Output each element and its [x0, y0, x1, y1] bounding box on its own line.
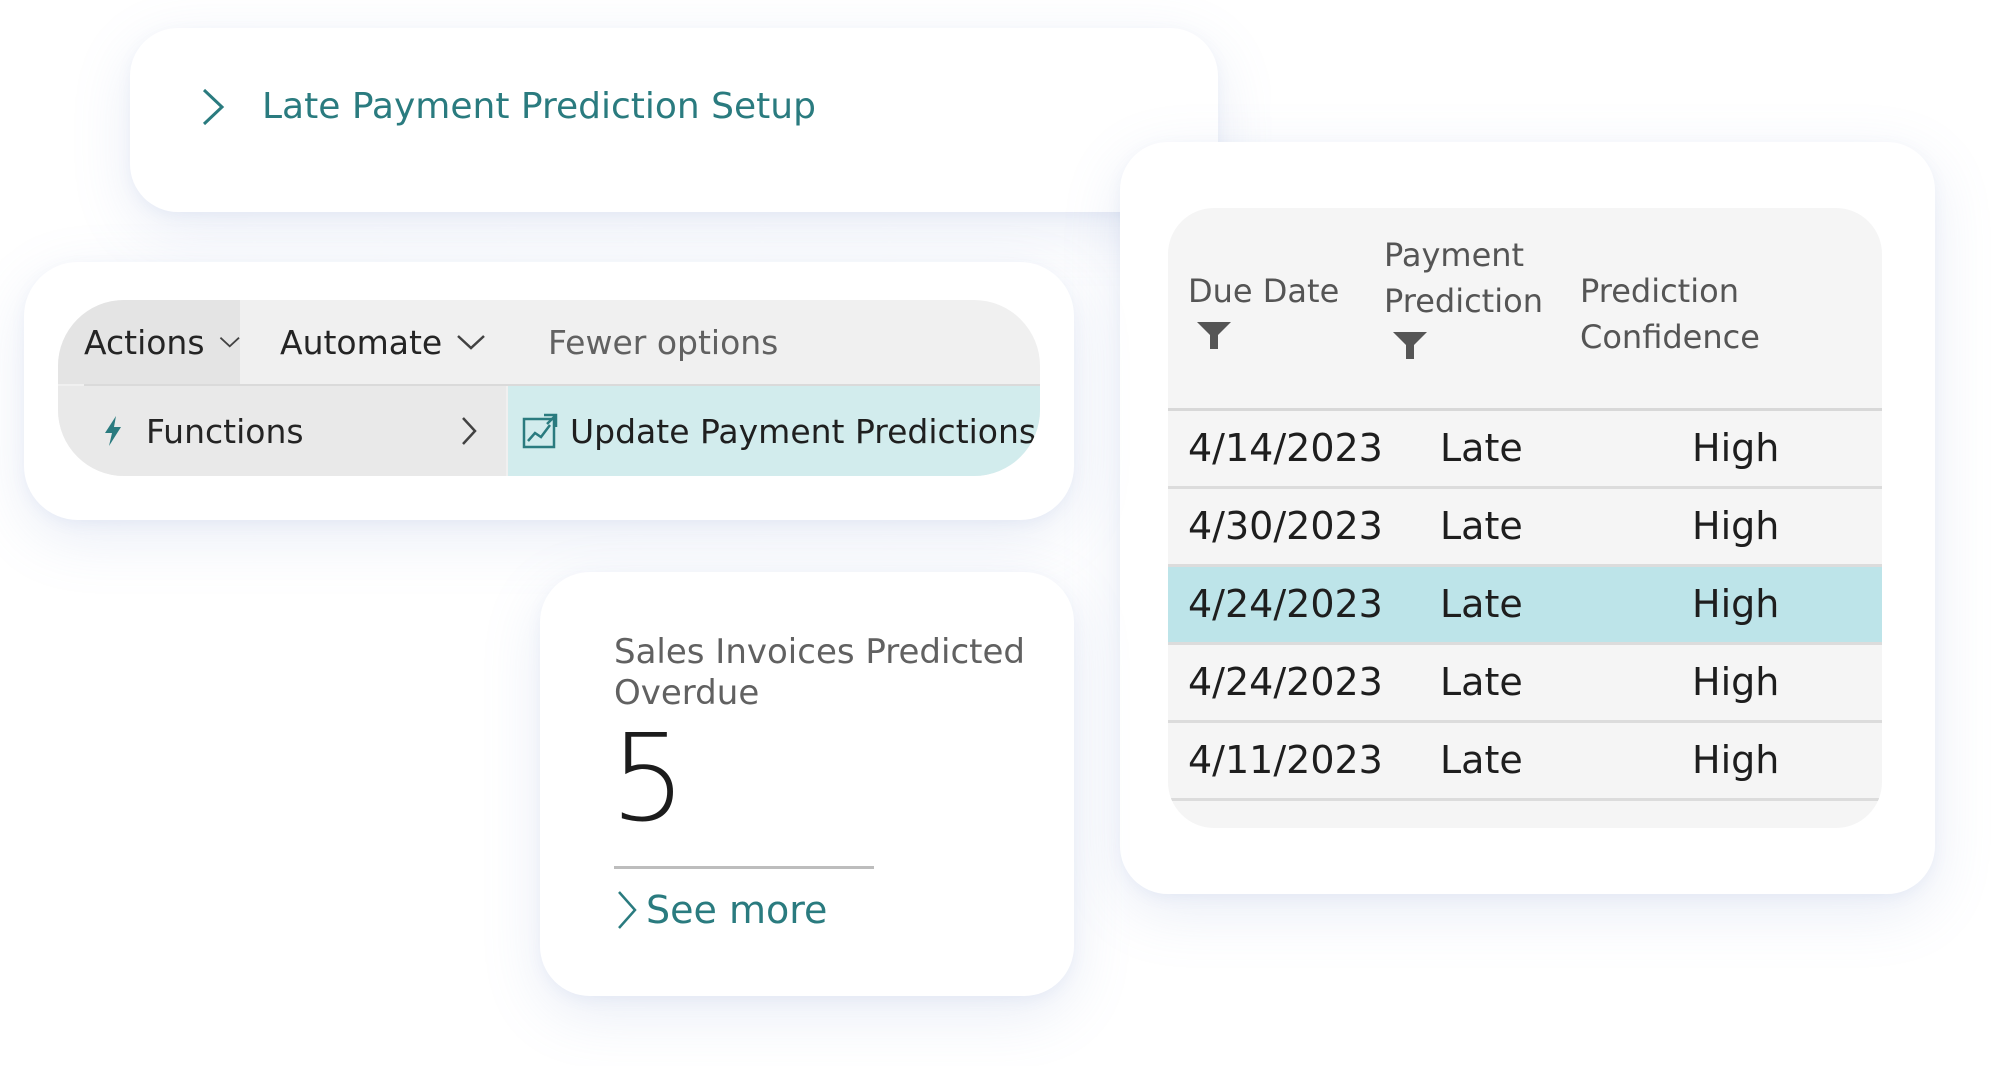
column-header-payment-prediction-line2: Prediction: [1384, 282, 1543, 320]
payment-prediction-cell: Late: [1440, 660, 1523, 704]
table-header: Due Date Payment Prediction Prediction C…: [1168, 208, 1882, 411]
kpi-card: Sales Invoices Predicted Overdue 5 See m…: [540, 572, 1074, 996]
update-predictions-icon: [522, 413, 558, 449]
predictions-table-card: Due Date Payment Prediction Prediction C…: [1120, 142, 1935, 894]
fewer-options-button[interactable]: Fewer options: [548, 300, 778, 384]
action-bar: Actions Automate Fewer options Functions: [58, 300, 1040, 476]
automate-menu-button[interactable]: Automate: [280, 300, 486, 384]
column-header-prediction-confidence-line2: Confidence: [1580, 318, 1760, 356]
payment-prediction-cell: Late: [1440, 738, 1523, 782]
payment-prediction-cell: Late: [1440, 504, 1523, 548]
update-payment-predictions-button[interactable]: Update Payment Predictions: [508, 386, 1040, 476]
funnel-icon[interactable]: [1392, 330, 1428, 360]
actions-menu-button[interactable]: Actions: [58, 300, 240, 384]
due-date-cell: 4/14/2023: [1188, 426, 1383, 470]
chevron-right-icon: [618, 891, 637, 929]
see-more-link[interactable]: See more: [616, 888, 827, 932]
funnel-icon[interactable]: [1196, 320, 1232, 350]
column-header-due-date-label: Due Date: [1188, 272, 1340, 310]
confidence-cell: High: [1692, 582, 1780, 626]
chevron-right-icon: [462, 417, 477, 445]
due-date-cell: 4/30/2023: [1188, 504, 1383, 548]
column-header-prediction-confidence[interactable]: Prediction Confidence: [1580, 268, 1760, 360]
setup-card: Late Payment Prediction Setup: [130, 28, 1218, 212]
lightning-icon: [105, 416, 121, 446]
actions-card: Actions Automate Fewer options Functions: [24, 262, 1074, 520]
fewer-options-label: Fewer options: [548, 322, 779, 362]
confidence-cell: High: [1692, 738, 1780, 782]
late-payment-prediction-setup-link[interactable]: Late Payment Prediction Setup: [200, 86, 816, 127]
payment-prediction-cell: Late: [1440, 582, 1523, 626]
chevron-right-icon: [202, 88, 225, 125]
confidence-cell: High: [1692, 426, 1780, 470]
setup-link-label: Late Payment Prediction Setup: [262, 86, 816, 127]
functions-label: Functions: [146, 411, 304, 451]
column-header-prediction-confidence-line1: Prediction: [1580, 272, 1739, 310]
confidence-cell: High: [1692, 504, 1780, 548]
actions-menu-label: Actions: [84, 322, 205, 362]
automate-menu-label: Automate: [280, 322, 443, 362]
functions-menu-item[interactable]: Functions: [58, 386, 506, 476]
column-header-payment-prediction-line1: Payment: [1384, 236, 1525, 274]
due-date-cell: 4/24/2023: [1188, 660, 1383, 704]
column-header-due-date[interactable]: Due Date: [1188, 268, 1339, 350]
payment-prediction-cell: Late: [1440, 426, 1523, 470]
chevron-down-icon: [219, 337, 240, 348]
predictions-table: Due Date Payment Prediction Prediction C…: [1168, 208, 1882, 828]
table-row[interactable]: 4/14/2023 Late High: [1168, 411, 1882, 489]
update-payment-predictions-label: Update Payment Predictions: [570, 411, 1037, 451]
table-row-selected[interactable]: 4/24/2023 Late High: [1168, 567, 1882, 645]
table-row[interactable]: 4/11/2023 Late High: [1168, 723, 1882, 801]
kpi-value[interactable]: 5: [610, 710, 686, 850]
see-more-label: See more: [646, 888, 828, 932]
confidence-cell: High: [1692, 660, 1780, 704]
chevron-down-icon: [457, 335, 486, 350]
due-date-cell: 4/24/2023: [1188, 582, 1383, 626]
table-row[interactable]: 4/30/2023 Late High: [1168, 489, 1882, 567]
table-row[interactable]: 4/24/2023 Late High: [1168, 645, 1882, 723]
column-header-payment-prediction[interactable]: Payment Prediction: [1384, 232, 1543, 360]
divider: [614, 866, 874, 869]
kpi-title: Sales Invoices Predicted Overdue: [614, 632, 1025, 713]
due-date-cell: 4/11/2023: [1188, 738, 1383, 782]
